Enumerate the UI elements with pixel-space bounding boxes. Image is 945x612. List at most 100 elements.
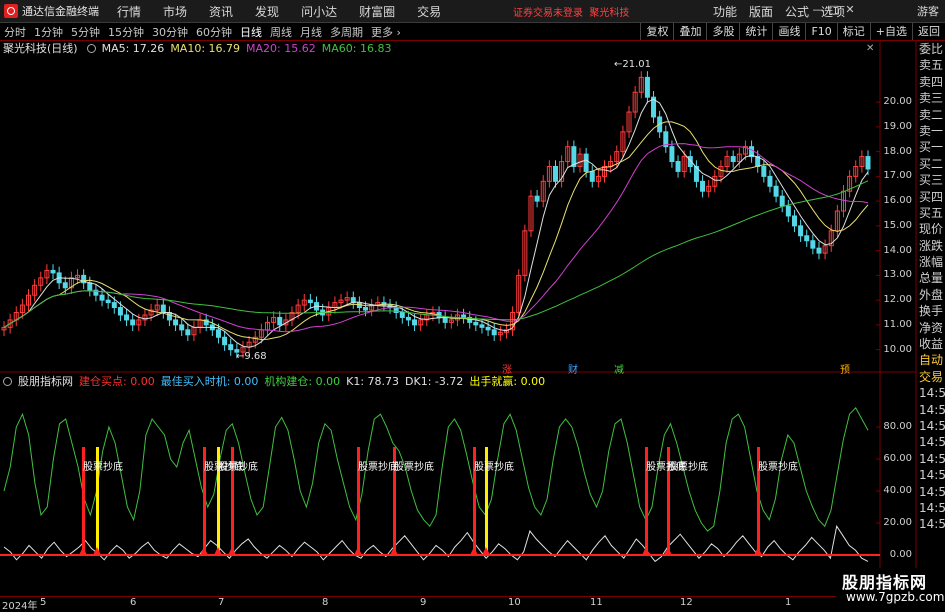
candle-body (436, 312, 442, 318)
menu-item-market[interactable]: 市场 (163, 5, 187, 19)
side-panel-item[interactable]: 14:56 (916, 484, 945, 500)
event-marker-limit-up[interactable]: 涨 (502, 361, 512, 376)
candle-body (577, 153, 583, 167)
candle-body (736, 153, 742, 163)
login-warning[interactable]: 证券交易未登录 聚光科技 (513, 4, 629, 19)
side-panel-item[interactable]: 总量 (916, 270, 945, 286)
menu-layout[interactable]: 版面 (749, 3, 773, 20)
side-panel-item[interactable]: 14:56 (916, 434, 945, 450)
side-panel-item[interactable]: 自动 (916, 352, 945, 368)
app-name: 通达信金融终端 (22, 5, 99, 18)
indicator-tick: 40.00 (883, 485, 912, 496)
side-panel-item[interactable]: 买三 (916, 172, 945, 188)
side-panel-item[interactable]: 14:56 (916, 516, 945, 532)
menu-function[interactable]: 功能 (713, 3, 737, 20)
event-marker-finance[interactable]: 财 (568, 361, 578, 376)
watermark-url: www.7gpzb.com (846, 590, 945, 604)
side-panel-item[interactable]: 卖一 (916, 123, 945, 139)
tool-mark[interactable]: 标记 (836, 23, 870, 40)
tab-30min[interactable]: 30分钟 (152, 24, 188, 40)
tool-draw-line[interactable]: 画线 (772, 23, 805, 40)
side-panel-item[interactable]: 涨幅 (916, 254, 945, 270)
title-bar: 通达信金融终端 行情 市场 资讯 发现 问小达 财富圈 交易 证券交易未登录 聚光科技 功能… (0, 0, 945, 23)
side-panel-item[interactable]: 14:56 (916, 451, 945, 467)
menu-item-ask[interactable]: 问小达 (301, 5, 337, 19)
menu-item-news[interactable]: 资讯 (209, 5, 233, 19)
ma-line-10 (3, 121, 869, 341)
menu-item-discover[interactable]: 发现 (255, 5, 279, 19)
side-panel-item[interactable]: 外盘 (916, 287, 945, 303)
tab-weekly[interactable]: 周线 (270, 24, 292, 40)
side-panel-item[interactable]: 买五 (916, 205, 945, 221)
kline-chart[interactable] (0, 0, 945, 609)
side-panel-item[interactable]: 委比 (916, 41, 945, 57)
side-panel-item[interactable]: 卖三 (916, 90, 945, 106)
tool-f10[interactable]: F10 (805, 23, 836, 40)
candle-body (191, 326, 197, 336)
candle-body (565, 146, 571, 163)
menu-item-trade[interactable]: 交易 (417, 5, 441, 19)
tool-multi-stock[interactable]: 多股 (706, 23, 739, 40)
side-panel-item[interactable]: 涨跌 (916, 238, 945, 254)
tab-monthly[interactable]: 月线 (300, 24, 322, 40)
maximize-icon[interactable]: □ (826, 3, 842, 17)
tab-5min[interactable]: 5分钟 (71, 24, 100, 40)
menu-item-quotes[interactable]: 行情 (117, 5, 141, 19)
candle-body (448, 319, 454, 323)
side-panel-item[interactable]: 收益 (916, 336, 945, 352)
side-panel-item[interactable]: 14:56 (916, 467, 945, 483)
app-logo-icon (4, 4, 18, 18)
candle-body (307, 299, 313, 304)
candle-body (540, 180, 546, 202)
ind-build-buy: 建仓买点: 0.00 (79, 375, 155, 388)
dk1-line (3, 524, 869, 563)
tool-statistics[interactable]: 统计 (739, 23, 772, 40)
candle-body (314, 302, 320, 311)
tab-1min[interactable]: 1分钟 (34, 24, 63, 40)
side-panel-item[interactable]: 买二 (916, 156, 945, 172)
tab-60min[interactable]: 60分钟 (196, 24, 232, 40)
event-marker-reduce[interactable]: 减 (614, 361, 624, 376)
side-panel-item[interactable]: 14:56 (916, 402, 945, 418)
signal-triangle (642, 547, 650, 555)
guest-label[interactable]: 游客 (917, 3, 939, 19)
candle-body (853, 165, 859, 177)
side-panel-item[interactable]: 卖二 (916, 107, 945, 123)
tab-more[interactable]: 更多 › (371, 24, 401, 40)
date-axis: 2024年5678910111212 (0, 596, 880, 612)
minimize-icon[interactable]: — (810, 3, 826, 17)
menu-item-wealth[interactable]: 财富圈 (359, 5, 395, 19)
tab-15min[interactable]: 15分钟 (108, 24, 144, 40)
indicator-tick: 0.00 (889, 549, 912, 560)
candle-body (62, 282, 68, 289)
side-panel-item[interactable]: 买一 (916, 139, 945, 155)
indicator-settings-icon[interactable] (3, 376, 12, 386)
close-pane-icon[interactable]: ✕ (866, 43, 874, 54)
side-panel-item[interactable]: 卖四 (916, 74, 945, 90)
side-panel-item[interactable]: 14:56 (916, 418, 945, 434)
side-panel-item[interactable]: 14:56 (916, 500, 945, 516)
tab-more-label: 更多 (371, 25, 393, 39)
tool-overlay[interactable]: 叠加 (673, 23, 706, 40)
tab-timeshare[interactable]: 分时 (4, 24, 26, 40)
side-panel-item[interactable]: 卖五 (916, 57, 945, 73)
tab-daily[interactable]: 日线 (240, 24, 262, 40)
candle-body (258, 329, 264, 338)
tool-back[interactable]: 返回 (912, 23, 945, 40)
side-panel-item[interactable]: 换手 (916, 303, 945, 319)
candle-body (1, 326, 7, 331)
close-icon[interactable]: ✕ (842, 3, 858, 17)
side-panel-item[interactable]: 买四 (916, 189, 945, 205)
side-panel-item[interactable]: 14:56 (916, 385, 945, 401)
tab-multi-period[interactable]: 多周期 (330, 24, 363, 40)
chart-title: 聚光科技(日线) (3, 42, 78, 55)
menu-formula[interactable]: 公式 (785, 3, 809, 20)
event-marker-forecast[interactable]: 预 (840, 361, 850, 376)
candle-body (461, 314, 467, 318)
ma10-label: MA10: 16.79 (170, 41, 241, 55)
tool-restore-rights[interactable]: 复权 (640, 23, 673, 40)
side-panel-item[interactable]: 交易 (916, 369, 945, 385)
side-panel-item[interactable]: 现价 (916, 221, 945, 237)
side-panel-item[interactable]: 净资 (916, 320, 945, 336)
settings-circle-icon[interactable] (86, 43, 96, 53)
